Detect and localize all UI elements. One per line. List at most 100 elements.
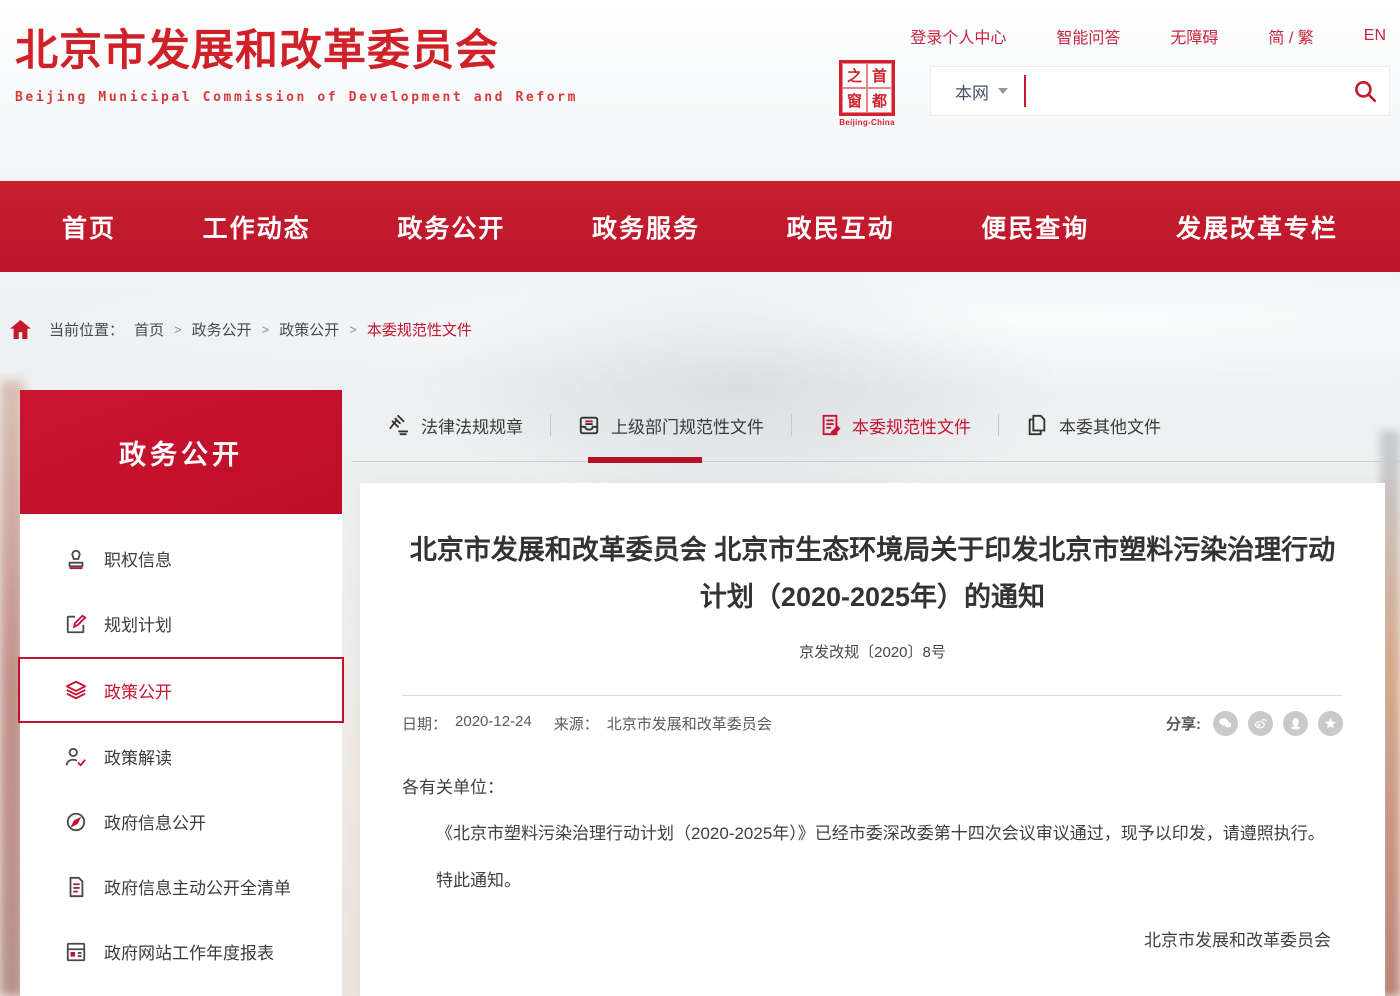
tab-superior-normative-docs[interactable]: 上级部门规范性文件 <box>551 413 791 438</box>
article-title: 北京市发展和改革委员会 北京市生态环境局关于印发北京市塑料污染治理行动计划（20… <box>402 527 1343 622</box>
breadcrumb-separator: > <box>174 322 182 337</box>
sidebar: 政务公开 职权信息 规划计划 <box>20 390 342 996</box>
share-bar: 分享: <box>1166 711 1343 736</box>
sidebar-item-website-annual-report[interactable]: 政府网站工作年度报表 <box>20 919 342 984</box>
breadcrumb-gov-disclosure[interactable]: 政务公开 <box>192 319 252 340</box>
nav-item-public-interaction[interactable]: 政民互动 <box>787 209 895 245</box>
login-personal-center-link[interactable]: 登录个人中心 <box>910 24 1006 48</box>
tabs-rule <box>352 461 1400 462</box>
article-meta-left: 日期： 2020-12-24 来源： 北京市发展和改革委员会 <box>402 713 772 734</box>
nav-item-gov-services[interactable]: 政务服务 <box>592 209 700 245</box>
article-source: 北京市发展和改革委员会 <box>607 713 772 734</box>
search-input[interactable] <box>1026 67 1341 115</box>
page: 北京市发展和改革委员会 Beijing Municipal Commission… <box>0 0 1400 996</box>
search-icon <box>1352 78 1378 104</box>
wechat-icon <box>1218 716 1233 731</box>
search-scope-selector[interactable]: 本网 <box>931 79 1024 104</box>
seal-char: 窗 <box>842 88 867 113</box>
nav-item-work-trends[interactable]: 工作动态 <box>203 209 311 245</box>
content-tabs: 法律法规规章 上级部门规范性文件 本委规范性文件 <box>388 406 1188 444</box>
source-label: 来源： <box>554 713 599 734</box>
seal-char: 之 <box>842 63 867 88</box>
edit-icon <box>64 612 88 636</box>
nav-item-home[interactable]: 首页 <box>62 209 116 245</box>
article-signature: 北京市发展和改革委员会 <box>402 923 1343 960</box>
tab-label: 本委其他文件 <box>1059 413 1161 438</box>
site-subtitle-en: Beijing Municipal Commission of Developm… <box>15 90 578 105</box>
breadcrumb-policy-disclosure[interactable]: 政策公开 <box>279 319 339 340</box>
sidebar-item-label: 政府信息公开 <box>104 809 206 834</box>
article-greeting: 各有关单位： <box>402 770 1343 807</box>
nav-item-reform-special[interactable]: 发展改革专栏 <box>1176 209 1338 245</box>
sidebar-item-policy-interpretation[interactable]: 政策解读 <box>20 724 342 789</box>
sidebar-item-label: 职权信息 <box>104 546 172 571</box>
article-date: 2020-12-24 <box>455 713 532 734</box>
tab-laws-regulations[interactable]: 法律法规规章 <box>388 413 550 438</box>
search-button[interactable] <box>1341 78 1389 104</box>
qq-icon <box>1288 716 1303 731</box>
person-check-icon <box>64 745 88 769</box>
breadcrumb-prefix: 当前位置： <box>49 319 124 340</box>
background-temple-photo <box>420 260 1060 490</box>
english-link[interactable]: EN <box>1364 27 1386 45</box>
sidebar-item-label: 政策解读 <box>104 744 172 769</box>
chevron-down-icon <box>998 88 1008 94</box>
smart-qa-link[interactable]: 智能问答 <box>1056 24 1120 48</box>
document-icon <box>64 875 88 899</box>
compass-icon <box>64 810 88 834</box>
article-panel: 北京市发展和改革委员会 北京市生态环境局关于印发北京市塑料污染治理行动计划（20… <box>360 483 1385 996</box>
main-navigation: 首页 工作动态 政务公开 政务服务 政民互动 便民查询 发展改革专栏 <box>0 181 1400 272</box>
accessibility-link[interactable]: 无障碍 <box>1170 24 1218 48</box>
sidebar-title: 政务公开 <box>20 390 342 514</box>
document-number: 京发改规〔2020〕8号 <box>402 641 1343 662</box>
seal-caption: Beijing-China <box>836 118 898 127</box>
sidebar-item-planning[interactable]: 规划计划 <box>20 591 342 656</box>
sidebar-item-policy-disclosure[interactable]: 政策公开 <box>18 657 344 723</box>
inbox-icon <box>578 414 600 436</box>
breadcrumb-separator: > <box>349 322 357 337</box>
simplified-traditional-toggle[interactable]: 简 / 繁 <box>1268 24 1313 48</box>
meta-divider <box>402 695 1343 696</box>
sidebar-item-decision-catalog[interactable]: 决策目录 <box>20 984 342 996</box>
share-wechat-button[interactable] <box>1213 711 1238 736</box>
seal-char: 都 <box>867 88 892 113</box>
doc-pen-icon <box>819 414 841 436</box>
sidebar-menu: 职权信息 规划计划 政策公开 <box>20 514 342 996</box>
sidebar-item-label: 政策公开 <box>104 678 172 703</box>
report-icon <box>64 940 88 964</box>
weibo-icon <box>1253 716 1268 731</box>
share-weibo-button[interactable] <box>1248 711 1273 736</box>
breadcrumb-home[interactable]: 首页 <box>134 319 164 340</box>
seal-char: 首 <box>867 63 892 88</box>
active-tab-indicator <box>588 457 702 463</box>
tab-label: 本委规范性文件 <box>852 413 971 438</box>
site-header: 北京市发展和改革委员会 Beijing Municipal Commission… <box>0 0 1400 180</box>
star-icon <box>1323 716 1338 731</box>
nav-item-gov-disclosure[interactable]: 政务公开 <box>397 209 505 245</box>
article-paragraph: 《北京市塑料污染治理行动计划（2020-2025年）》已经市委深改委第十四次会议… <box>402 816 1343 853</box>
sidebar-item-gov-info-disclosure[interactable]: 政府信息公开 <box>20 789 342 854</box>
article-paragraph: 特此通知。 <box>402 863 1343 900</box>
sidebar-item-label: 政府信息主动公开全清单 <box>104 874 291 899</box>
sidebar-item-label: 政府网站工作年度报表 <box>104 939 274 964</box>
site-logo[interactable]: 北京市发展和改革委员会 Beijing Municipal Commission… <box>15 16 578 105</box>
stamp-icon <box>64 547 88 571</box>
tab-commission-other-docs[interactable]: 本委其他文件 <box>999 413 1188 438</box>
article-body: 各有关单位： 《北京市塑料污染治理行动计划（2020-2025年）》已经市委深改… <box>402 770 1343 960</box>
sidebar-item-proactive-disclosure-list[interactable]: 政府信息主动公开全清单 <box>20 854 342 919</box>
sidebar-item-authority-info[interactable]: 职权信息 <box>20 526 342 591</box>
breadcrumb: 当前位置： 首页 > 政务公开 > 政策公开 > 本委规范性文件 <box>10 319 472 340</box>
share-label: 分享: <box>1166 713 1201 734</box>
share-qq-button[interactable] <box>1283 711 1308 736</box>
nav-item-convenient-query[interactable]: 便民查询 <box>981 209 1089 245</box>
home-icon <box>10 320 31 339</box>
sidebar-item-label: 规划计划 <box>104 611 172 636</box>
share-favorite-button[interactable] <box>1318 711 1343 736</box>
date-label: 日期： <box>402 713 447 734</box>
gavel-icon <box>388 414 410 436</box>
tab-label: 上级部门规范性文件 <box>611 413 764 438</box>
site-title: 北京市发展和改革委员会 <box>15 16 578 78</box>
tab-label: 法律法规规章 <box>421 413 523 438</box>
tab-commission-normative-docs[interactable]: 本委规范性文件 <box>792 413 998 438</box>
beijing-china-seal-logo[interactable]: 之 首 窗 都 Beijing-China <box>836 60 898 127</box>
